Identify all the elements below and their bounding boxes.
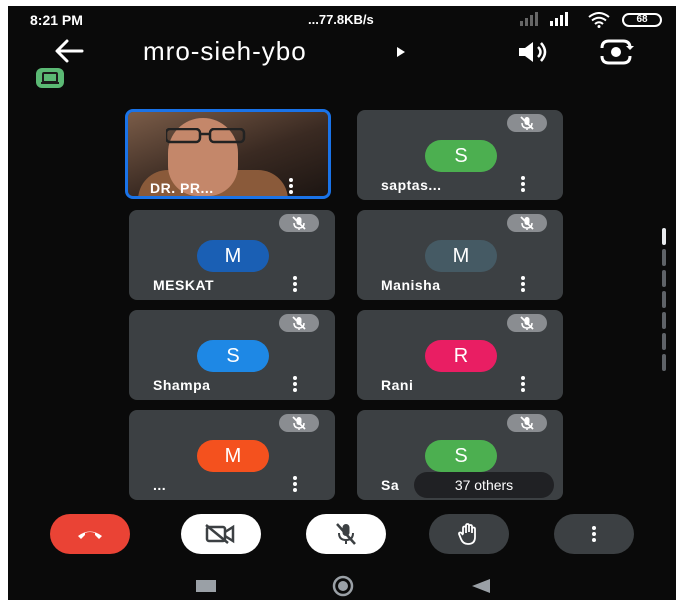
mic-muted-badge — [279, 314, 319, 332]
wifi-icon — [588, 12, 610, 28]
participant-avatar: R — [425, 340, 497, 372]
participant-name: DR. PR... — [150, 180, 214, 196]
participant-name: Shampa — [153, 377, 211, 393]
mic-off-icon — [336, 523, 356, 545]
back-arrow-icon[interactable] — [54, 38, 84, 64]
participant-tile-5[interactable]: R Rani — [357, 310, 563, 400]
end-call-button[interactable] — [50, 514, 130, 554]
mic-off-icon — [520, 216, 534, 230]
mic-off-icon — [292, 216, 306, 230]
mic-off-icon — [292, 316, 306, 330]
back-triangle-icon[interactable] — [472, 579, 490, 593]
participant-avatar: S — [425, 140, 497, 172]
meeting-title[interactable]: mro-sieh-ybo — [143, 36, 307, 67]
more-vert-icon[interactable] — [288, 178, 294, 194]
camera-toggle-button[interactable] — [181, 514, 261, 554]
status-bar: 8:21 PM ...77.8KB/s 68 — [8, 6, 676, 34]
more-vert-icon[interactable] — [520, 376, 526, 392]
scrollbar[interactable] — [662, 228, 666, 375]
participant-tile-1[interactable]: S saptas... — [357, 110, 563, 200]
participant-tile-6[interactable]: M ... — [129, 410, 335, 500]
participant-name: Rani — [381, 377, 414, 393]
participant-name: ... — [153, 477, 167, 493]
phone-hangup-icon — [78, 531, 102, 539]
more-vert-icon[interactable] — [292, 276, 298, 292]
call-controls — [8, 514, 676, 558]
participant-name: saptas... — [381, 177, 442, 193]
raise-hand-button[interactable] — [429, 514, 509, 554]
participant-name: Sa — [381, 477, 400, 493]
glasses — [166, 128, 246, 144]
participant-avatar: M — [425, 240, 497, 272]
participant-name: Manisha — [381, 277, 441, 293]
mic-off-icon — [292, 416, 306, 430]
others-count-chip[interactable]: 37 others — [414, 472, 554, 498]
mic-muted-badge — [507, 414, 547, 432]
switch-camera-icon[interactable] — [598, 38, 634, 66]
mic-muted-badge — [279, 414, 319, 432]
mic-toggle-button[interactable] — [306, 514, 386, 554]
participant-tile-2[interactable]: M MESKAT — [129, 210, 335, 300]
more-vert-icon[interactable] — [292, 476, 298, 492]
participant-tile-4[interactable]: S Shampa — [129, 310, 335, 400]
network-speed: ...77.8KB/s — [308, 12, 374, 27]
more-vert-icon[interactable] — [520, 276, 526, 292]
participant-avatar: M — [197, 240, 269, 272]
recents-icon[interactable] — [196, 580, 216, 592]
mic-muted-badge — [279, 214, 319, 232]
more-vert-icon[interactable] — [520, 176, 526, 192]
participant-avatar: M — [197, 440, 269, 472]
participant-avatar: S — [197, 340, 269, 372]
mic-off-icon — [520, 116, 534, 130]
signal-4g-icon — [550, 12, 568, 26]
mic-muted-badge — [507, 314, 547, 332]
mic-off-icon — [520, 416, 534, 430]
signal-icon — [520, 12, 538, 26]
participant-tile-0[interactable]: DR. PR... — [125, 109, 331, 199]
speaker-icon[interactable] — [516, 40, 550, 64]
battery-icon: 68 — [622, 13, 662, 27]
caret-right-icon[interactable] — [396, 46, 406, 58]
mic-off-icon — [520, 316, 534, 330]
more-vert-icon[interactable] — [292, 376, 298, 392]
participant-tile-3[interactable]: M Manisha — [357, 210, 563, 300]
device-icon — [41, 72, 59, 84]
mic-muted-badge — [507, 214, 547, 232]
more-options-button[interactable] — [554, 514, 634, 554]
participant-avatar: S — [425, 440, 497, 472]
participant-name: MESKAT — [153, 277, 215, 293]
meeting-header: mro-sieh-ybo — [8, 36, 676, 72]
more-vert-icon — [592, 526, 596, 542]
hand-icon — [458, 523, 476, 545]
system-nav-bar — [8, 572, 676, 600]
cast-icon[interactable] — [36, 68, 64, 88]
clock: 8:21 PM — [30, 12, 83, 28]
phone-screen: 8:21 PM ...77.8KB/s 68 mro-sieh-ybo DR. … — [8, 6, 676, 600]
mic-muted-badge — [507, 114, 547, 132]
home-icon[interactable] — [330, 575, 356, 597]
camera-off-icon — [205, 524, 235, 544]
